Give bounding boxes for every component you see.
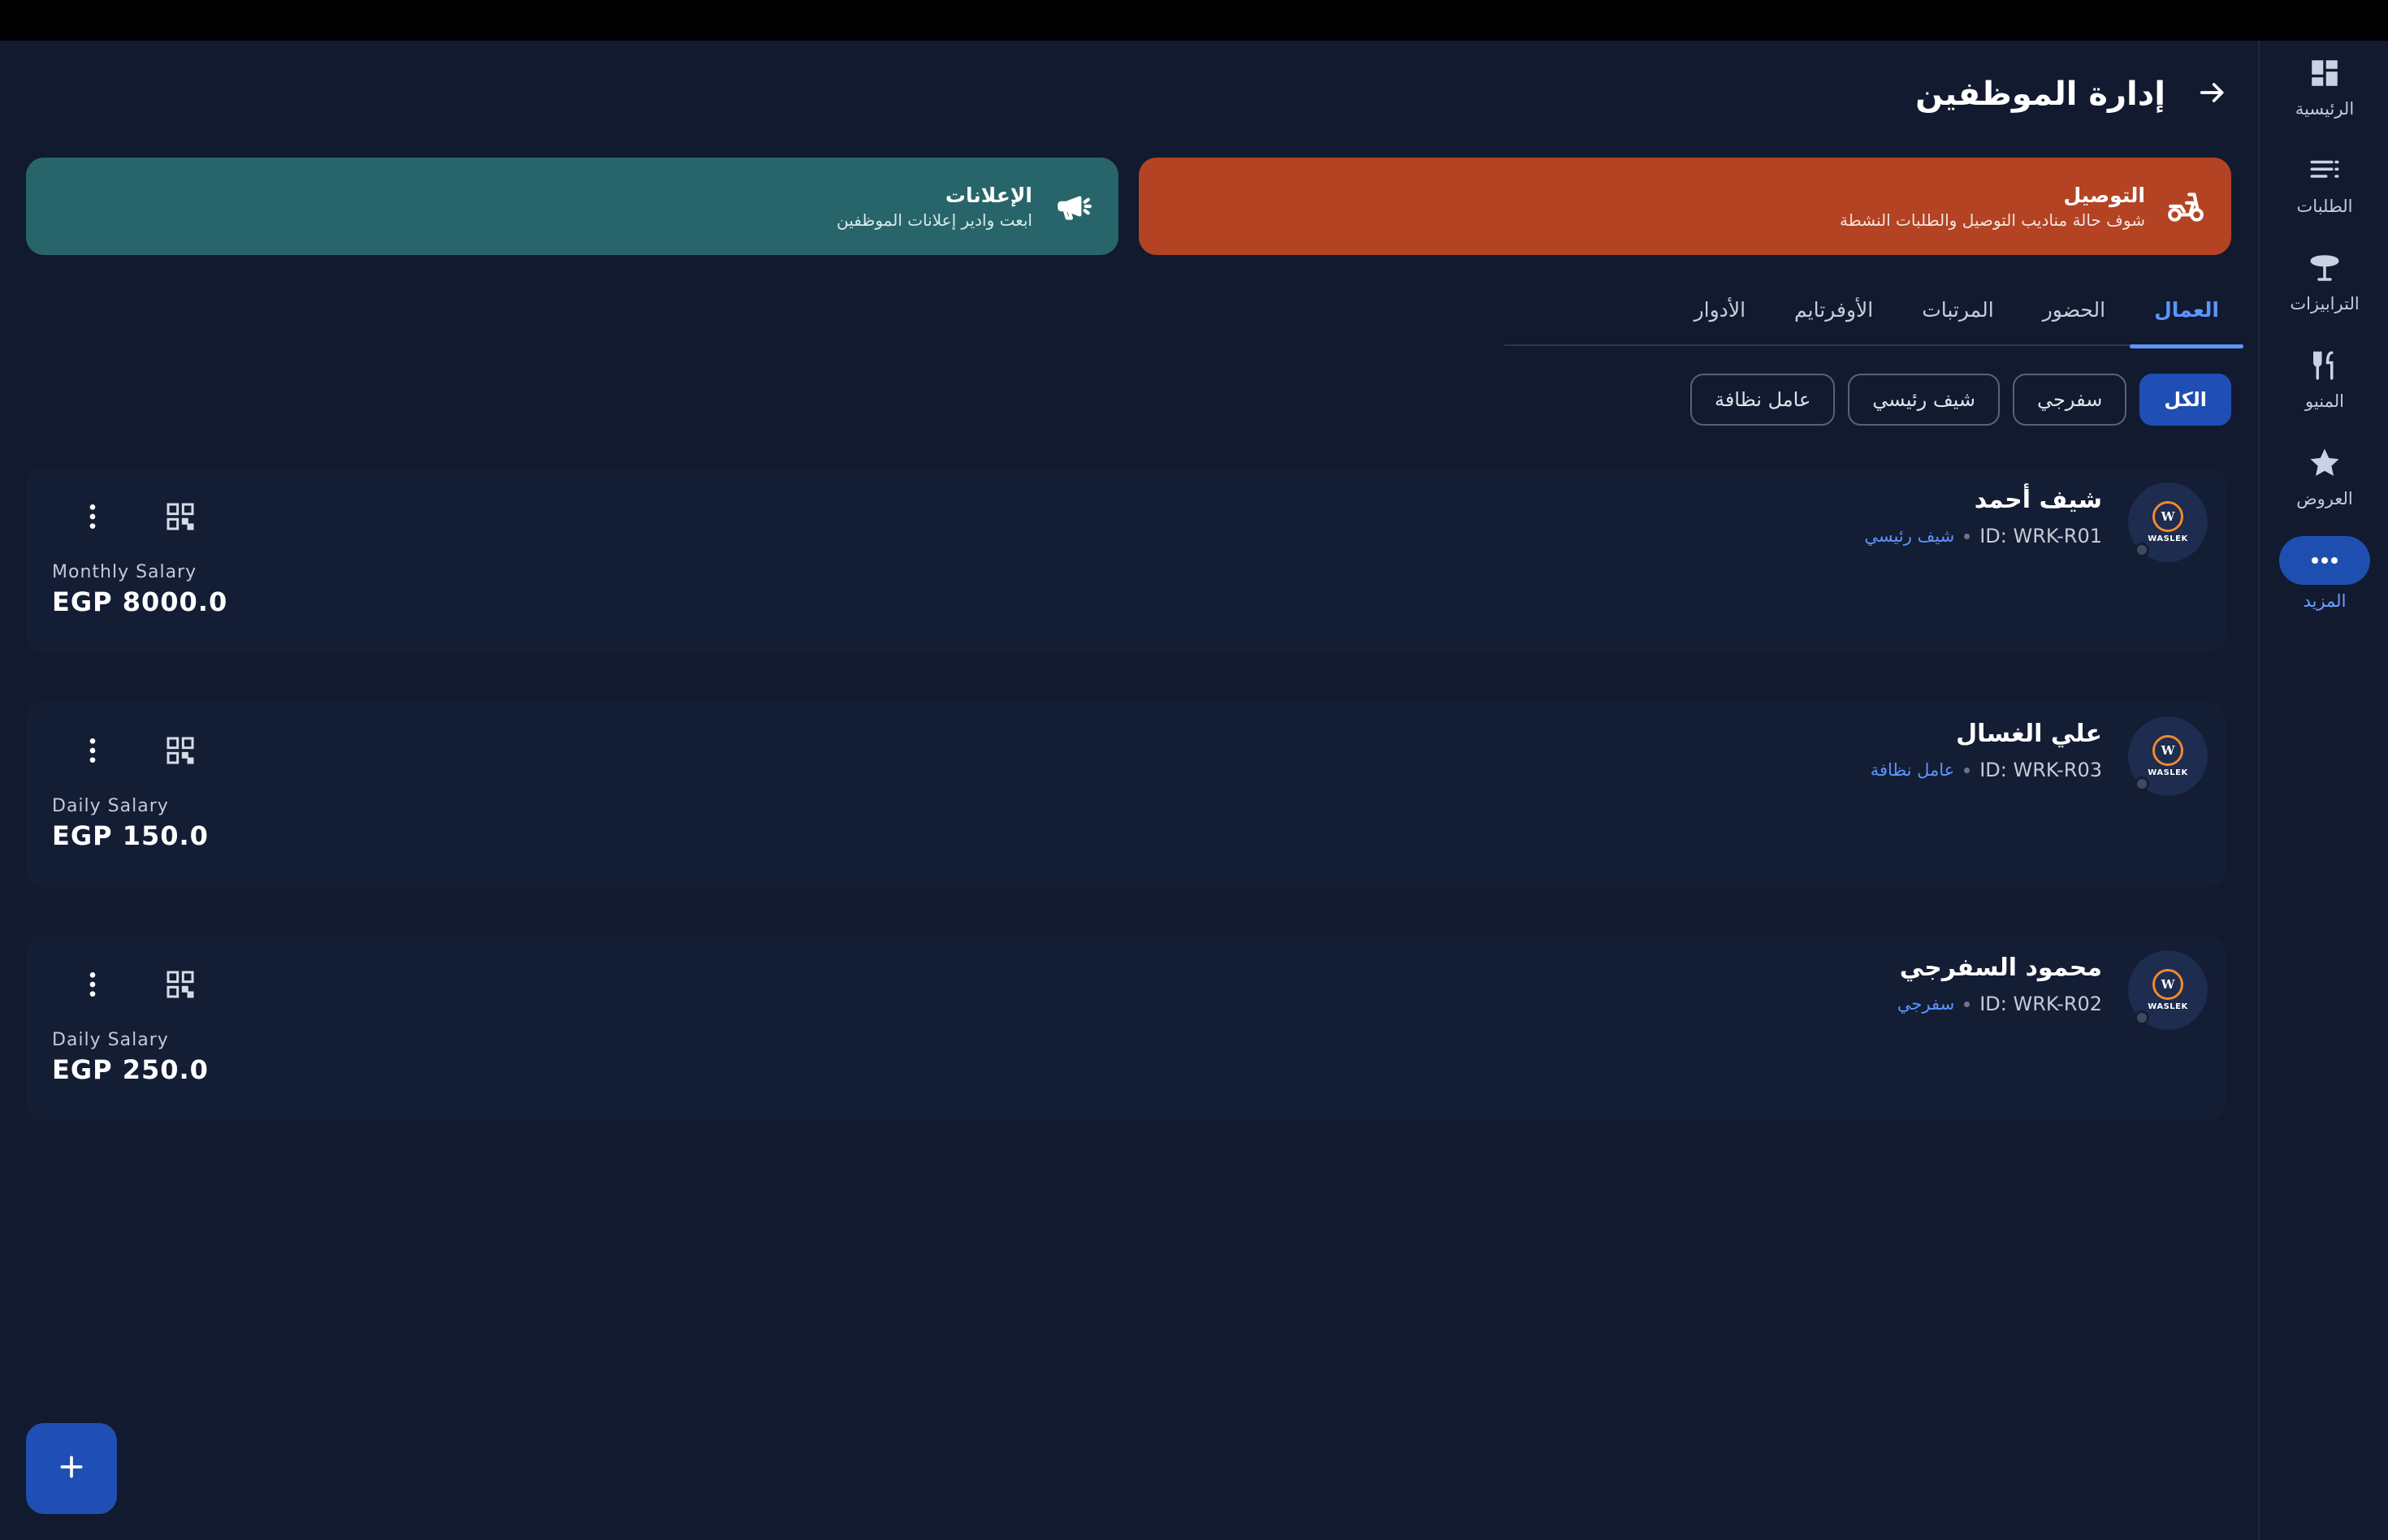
more-options-button[interactable] (67, 492, 119, 544)
nav-item-more[interactable]: المزيد (2260, 536, 2388, 625)
employee-meta: ID: WRK-R02 سفرجي (1897, 993, 2102, 1015)
salary-label: Monthly Salary (52, 562, 197, 582)
employee-id: ID: WRK-R01 (1979, 525, 2102, 547)
nav-label: الترابيزات (2290, 294, 2360, 314)
tab-roles[interactable]: الأدوار (1670, 273, 1770, 346)
employee-card[interactable]: W WASLEK محمود السفرجي ID: WRK-R02 سفرجي… (26, 936, 2226, 1121)
nav-item-offers[interactable]: العروض (2260, 443, 2388, 533)
more-vertical-icon (76, 500, 109, 536)
employee-role: عامل نظافة (1870, 760, 1955, 780)
plus-icon (55, 1451, 88, 1486)
delivery-card[interactable]: التوصيل شوف حالة مناديب التوصيل والطلبات… (1139, 158, 2231, 255)
separator-dot (1964, 1001, 1971, 1007)
employee-actions (67, 492, 206, 544)
tab-salaries[interactable]: المرتبات (1897, 273, 2018, 346)
tab-overtime[interactable]: الأوفرتايم (1770, 273, 1897, 346)
waslek-logo-icon: W (2152, 735, 2183, 766)
status-indicator (2135, 1010, 2149, 1025)
back-button[interactable] (2190, 71, 2235, 117)
nav-label: العروض (2296, 489, 2353, 508)
list-icon (2307, 151, 2343, 190)
more-dots-icon (2310, 553, 2339, 569)
avatar-logo-text: WASLEK (2148, 768, 2188, 777)
filter-chip-head-chef[interactable]: شيف رئيسي (1848, 374, 2001, 426)
employee-actions (67, 960, 206, 1012)
employee-name: محمود السفرجي (1899, 954, 2102, 982)
nav-label: الرئيسية (2295, 99, 2355, 119)
salary-value: EGP 150.0 (52, 820, 209, 851)
nav-item-menu[interactable]: المنيو (2260, 346, 2388, 435)
table-icon (2307, 249, 2343, 288)
employee-name: شيف أحمد (1974, 486, 2102, 514)
nav-active-indicator (2279, 536, 2370, 585)
qr-code-icon (164, 500, 197, 536)
delivery-scooter-icon (2163, 184, 2208, 229)
employee-id: ID: WRK-R02 (1979, 993, 2102, 1015)
megaphone-icon (1050, 184, 1096, 229)
more-vertical-icon (76, 968, 109, 1004)
announcements-card-subtitle: ابعت وادير إعلانات الموظفين (837, 210, 1032, 230)
tab-workers[interactable]: العمال (2130, 273, 2243, 348)
salary-value: EGP 250.0 (52, 1054, 209, 1085)
dashboard-icon (2307, 54, 2343, 93)
qr-code-icon (164, 968, 197, 1004)
qr-code-icon (164, 734, 197, 770)
system-status-bar (0, 0, 2388, 41)
status-indicator (2135, 776, 2149, 791)
separator-dot (1964, 533, 1971, 539)
employee-role: شيف رئيسي (1864, 526, 1955, 546)
nav-label: الطلبات (2296, 197, 2353, 216)
add-employee-button[interactable] (26, 1423, 117, 1514)
avatar-logo-text: WASLEK (2148, 1002, 2188, 1011)
qr-code-button[interactable] (154, 492, 206, 544)
page-title: إدارة الموظفين (1915, 76, 2165, 113)
filter-chip-waiter[interactable]: سفرجي (2013, 374, 2127, 426)
tab-attendance[interactable]: الحضور (2018, 273, 2130, 346)
nav-label: المنيو (2305, 391, 2344, 411)
salary-value: EGP 8000.0 (52, 586, 228, 617)
fork-knife-icon (2307, 346, 2343, 385)
filter-chip-cleaner[interactable]: عامل نظافة (1689, 374, 1836, 426)
navigation-rail: الرئيسية الطلبات الترابيزات المنيو العرو… (2258, 41, 2388, 1540)
employee-id: ID: WRK-R03 (1979, 759, 2102, 781)
nav-item-orders[interactable]: الطلبات (2260, 151, 2388, 240)
more-options-button[interactable] (67, 960, 119, 1012)
employee-name: علي الغسال (1956, 720, 2102, 748)
delivery-card-subtitle: شوف حالة مناديب التوصيل والطلبات النشطة (1840, 210, 2145, 230)
more-options-button[interactable] (67, 726, 119, 778)
status-indicator (2135, 543, 2149, 557)
star-icon (2307, 443, 2343, 482)
arrow-right-icon (2196, 76, 2229, 112)
employee-role: سفرجي (1897, 994, 1955, 1014)
section-tabs: العمال الحضور المرتبات الأوفرتايم الأدوا… (1504, 273, 2243, 348)
waslek-logo-icon: W (2152, 969, 2183, 1000)
waslek-logo-icon: W (2152, 501, 2183, 532)
nav-item-home[interactable]: الرئيسية (2260, 54, 2388, 143)
announcements-card[interactable]: الإعلانات ابعت وادير إعلانات الموظفين (26, 158, 1118, 255)
employee-actions (67, 726, 206, 778)
page-header: إدارة الموظفين (1915, 65, 2235, 123)
avatar-logo-text: WASLEK (2148, 534, 2188, 543)
nav-label: المزيد (2303, 591, 2347, 611)
salary-label: Daily Salary (52, 796, 169, 816)
separator-dot (1964, 767, 1971, 773)
employee-meta: ID: WRK-R03 عامل نظافة (1871, 759, 2102, 781)
announcements-card-title: الإعلانات (945, 183, 1032, 207)
qr-code-button[interactable] (154, 726, 206, 778)
role-filter-chips: الكل سفرجي شيف رئيسي عامل نظافة (1689, 374, 2231, 426)
employee-meta: ID: WRK-R01 شيف رئيسي (1864, 525, 2102, 547)
delivery-card-title: التوصيل (2063, 183, 2145, 207)
salary-label: Daily Salary (52, 1030, 169, 1050)
nav-item-tables[interactable]: الترابيزات (2260, 249, 2388, 338)
qr-code-button[interactable] (154, 960, 206, 1012)
employee-card[interactable]: W WASLEK علي الغسال ID: WRK-R03 عامل نظا… (26, 702, 2226, 887)
more-vertical-icon (76, 734, 109, 770)
employee-card[interactable]: W WASLEK شيف أحمد ID: WRK-R01 شيف رئيسي … (26, 468, 2226, 653)
filter-chip-all[interactable]: الكل (2139, 374, 2231, 426)
